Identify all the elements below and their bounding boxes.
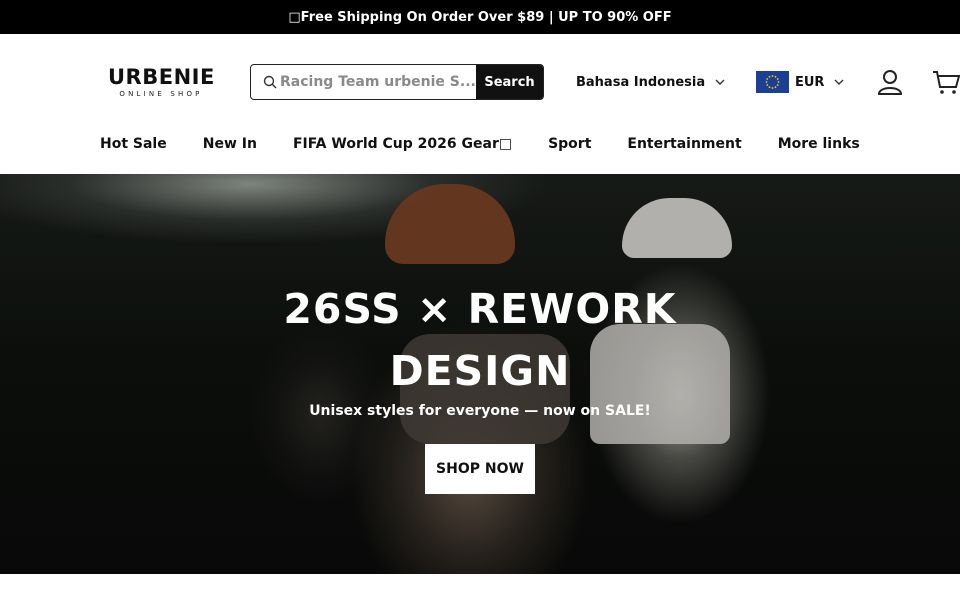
search-bar: Search — [250, 64, 544, 100]
nav-item-hot-sale[interactable]: Hot Sale — [100, 136, 167, 152]
hero-subtitle: Unisex styles for everyone — now on SALE… — [309, 403, 651, 419]
announcement-bar: □Free Shipping On Order Over $89 | UP TO… — [0, 0, 960, 34]
search-button[interactable]: Search — [476, 65, 543, 99]
nav-item-fifa-world-cup[interactable]: FIFA World Cup 2026 Gear□ — [293, 136, 512, 152]
page-below-hero — [0, 574, 960, 600]
hero-title: 26SS × REWORK DESIGN — [0, 278, 960, 402]
hero-title-line2: DESIGN — [389, 347, 571, 395]
currency-label: EUR — [795, 74, 825, 90]
hero-banner[interactable]: 26SS × REWORK DESIGN Unisex styles for e… — [0, 174, 960, 574]
shop-now-button[interactable]: SHOP NOW — [425, 444, 535, 494]
language-selector[interactable]: Bahasa Indonesia — [576, 72, 725, 92]
nav-item-new-in[interactable]: New In — [203, 136, 257, 152]
search-input[interactable] — [280, 74, 476, 90]
nav-item-sport[interactable]: Sport — [548, 136, 591, 152]
language-label: Bahasa Indonesia — [576, 74, 706, 90]
announcement-text: □Free Shipping On Order Over $89 | UP TO… — [288, 9, 672, 25]
search-icon — [263, 75, 277, 89]
site-header: URBENIE ONLINE SHOP Search Bahasa Indone… — [0, 34, 960, 174]
nav-item-entertainment[interactable]: Entertainment — [627, 136, 741, 152]
logo-wordmark: URBENIE — [108, 65, 215, 89]
eu-flag-icon — [756, 71, 789, 93]
user-icon[interactable] — [876, 68, 904, 96]
currency-selector[interactable]: EUR — [756, 71, 844, 93]
hero-title-line1: 26SS × REWORK — [283, 285, 677, 333]
logo-tagline: ONLINE SHOP — [119, 90, 203, 98]
nav-item-more-links[interactable]: More links — [778, 136, 860, 152]
site-logo[interactable]: URBENIE ONLINE SHOP — [108, 66, 214, 98]
search-field[interactable] — [251, 65, 476, 99]
chevron-down-icon — [715, 79, 725, 85]
main-nav: Hot Sale New In FIFA World Cup 2026 Gear… — [100, 136, 896, 152]
chevron-down-icon — [834, 79, 844, 85]
cart-icon[interactable] — [932, 68, 960, 96]
